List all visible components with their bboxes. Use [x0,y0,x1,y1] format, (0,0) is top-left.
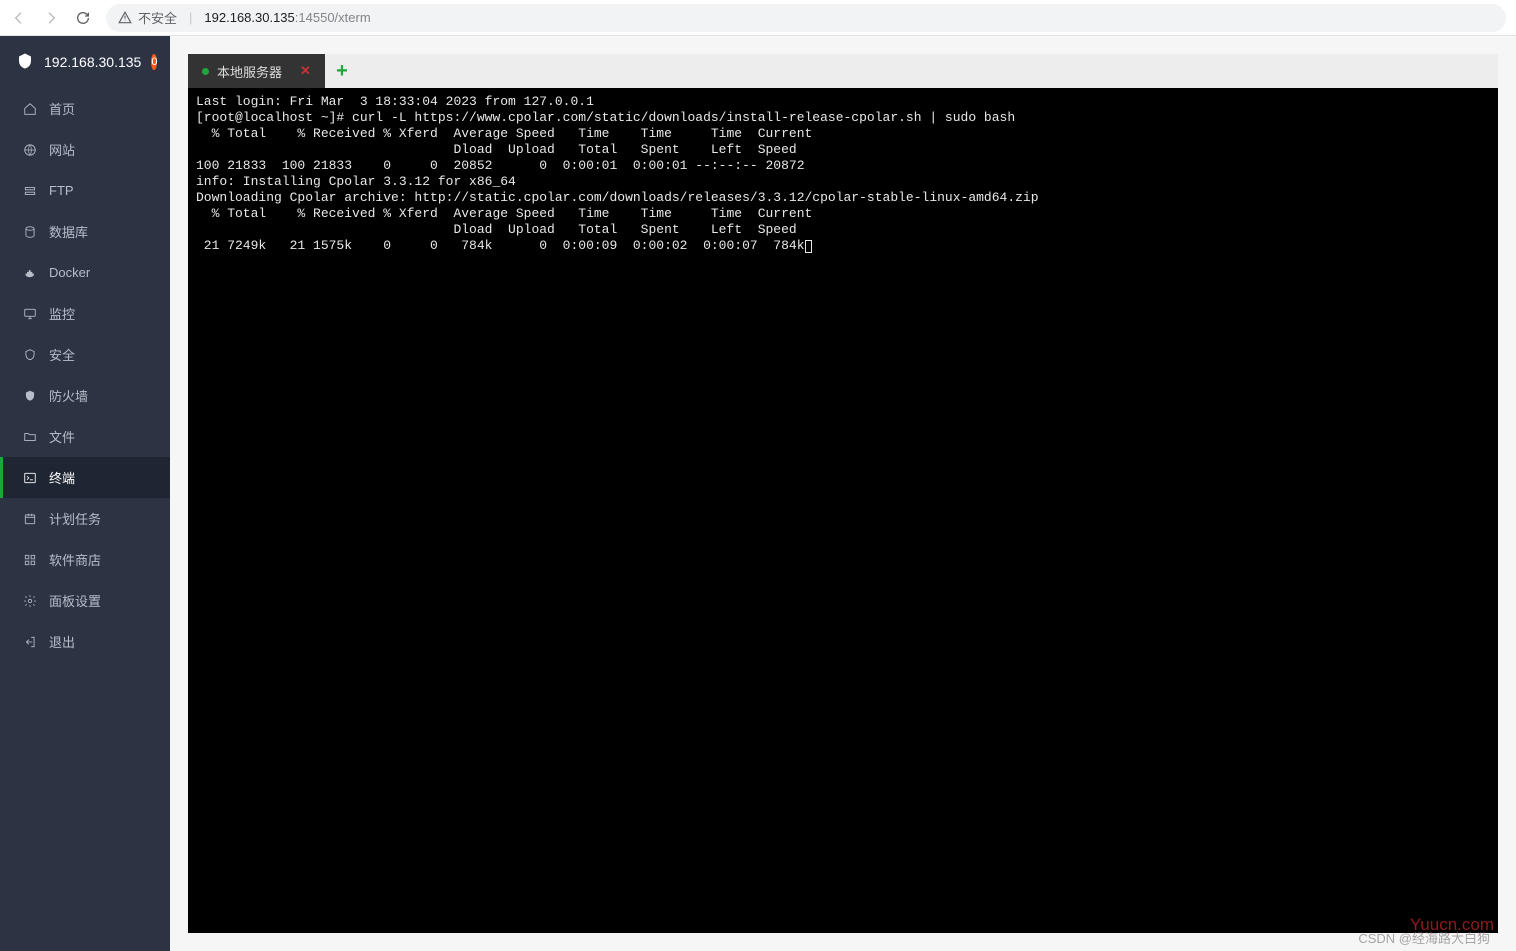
sidebar-item-shield[interactable]: 安全 [0,334,170,375]
sidebar-item-schedule[interactable]: 计划任务 [0,498,170,539]
reload-button[interactable] [74,9,92,27]
content-area: 本地服务器 ✕ + Last login: Fri Mar 3 18:33:04… [170,36,1516,951]
sidebar-item-label: 网站 [49,140,75,159]
sidebar-item-exit[interactable]: 退出 [0,621,170,662]
gear-icon [22,593,37,608]
folder-icon [22,429,37,444]
sidebar-item-label: 监控 [49,304,75,323]
sidebar-item-label: 文件 [49,427,75,446]
insecure-label: 不安全 [138,8,177,27]
sidebar-item-label: 安全 [49,345,75,364]
sidebar-item-label: 防火墙 [49,386,88,405]
tab-label: 本地服务器 [217,62,282,81]
sidebar-item-monitor[interactable]: 监控 [0,293,170,334]
apps-icon [22,552,37,567]
docker-icon [22,265,37,280]
forward-button[interactable] [42,9,60,27]
sidebar-item-ftp[interactable]: FTP [0,170,170,211]
db-icon [22,224,37,239]
sidebar-item-db[interactable]: 数据库 [0,211,170,252]
sidebar-item-folder[interactable]: 文件 [0,416,170,457]
sidebar-item-home[interactable]: 首页 [0,88,170,129]
terminal-tabs: 本地服务器 ✕ + [188,54,1498,88]
sidebar-item-label: 首页 [49,99,75,118]
sidebar-item-label: Docker [49,265,90,280]
tab-status-dot-icon [202,68,209,75]
sidebar-item-apps[interactable]: 软件商店 [0,539,170,580]
insecure-icon: 不安全 [118,8,177,27]
sidebar-item-label: 数据库 [49,222,88,241]
terminal-panel: 本地服务器 ✕ + Last login: Fri Mar 3 18:33:04… [188,54,1498,933]
sidebar-item-label: 面板设置 [49,591,101,610]
sidebar-header[interactable]: 192.168.30.135 0 [0,36,170,88]
back-button[interactable] [10,9,28,27]
terminal-icon [22,470,37,485]
sidebar-item-label: 软件商店 [49,550,101,569]
sidebar-item-firewall[interactable]: 防火墙 [0,375,170,416]
sidebar-item-label: 终端 [49,468,75,487]
sidebar-item-label: 计划任务 [49,509,101,528]
sidebar-item-globe[interactable]: 网站 [0,129,170,170]
sidebar-item-gear[interactable]: 面板设置 [0,580,170,621]
home-icon [22,101,37,116]
browser-toolbar: 不安全 | 192.168.30.135:14550/xterm [0,0,1516,36]
url-separator: | [189,10,192,25]
sidebar-item-label: 退出 [49,632,75,651]
sidebar: 192.168.30.135 0 首页网站 FTP 数据库 Docker 监控安全防火墙… [0,36,170,951]
terminal-output[interactable]: Last login: Fri Mar 3 18:33:04 2023 from… [188,88,1498,933]
shield-icon [22,347,37,362]
exit-icon [22,634,37,649]
terminal-cursor [805,240,812,253]
address-bar[interactable]: 不安全 | 192.168.30.135:14550/xterm [106,4,1506,32]
ftp-icon [22,183,37,198]
sidebar-host-label: 192.168.30.135 [44,54,141,70]
tab-close-button[interactable]: ✕ [300,63,311,79]
sidebar-item-docker[interactable]: Docker [0,252,170,293]
notification-badge[interactable]: 0 [151,54,157,70]
sidebar-item-terminal[interactable]: 终端 [0,457,170,498]
url-text: 192.168.30.135:14550/xterm [204,10,370,25]
schedule-icon [22,511,37,526]
firewall-icon [22,388,37,403]
panel-logo-icon [16,52,34,73]
terminal-tab-local[interactable]: 本地服务器 ✕ [188,54,325,88]
sidebar-item-label: FTP [49,183,74,198]
monitor-icon [22,306,37,321]
tab-add-button[interactable]: + [325,54,359,88]
globe-icon [22,142,37,157]
